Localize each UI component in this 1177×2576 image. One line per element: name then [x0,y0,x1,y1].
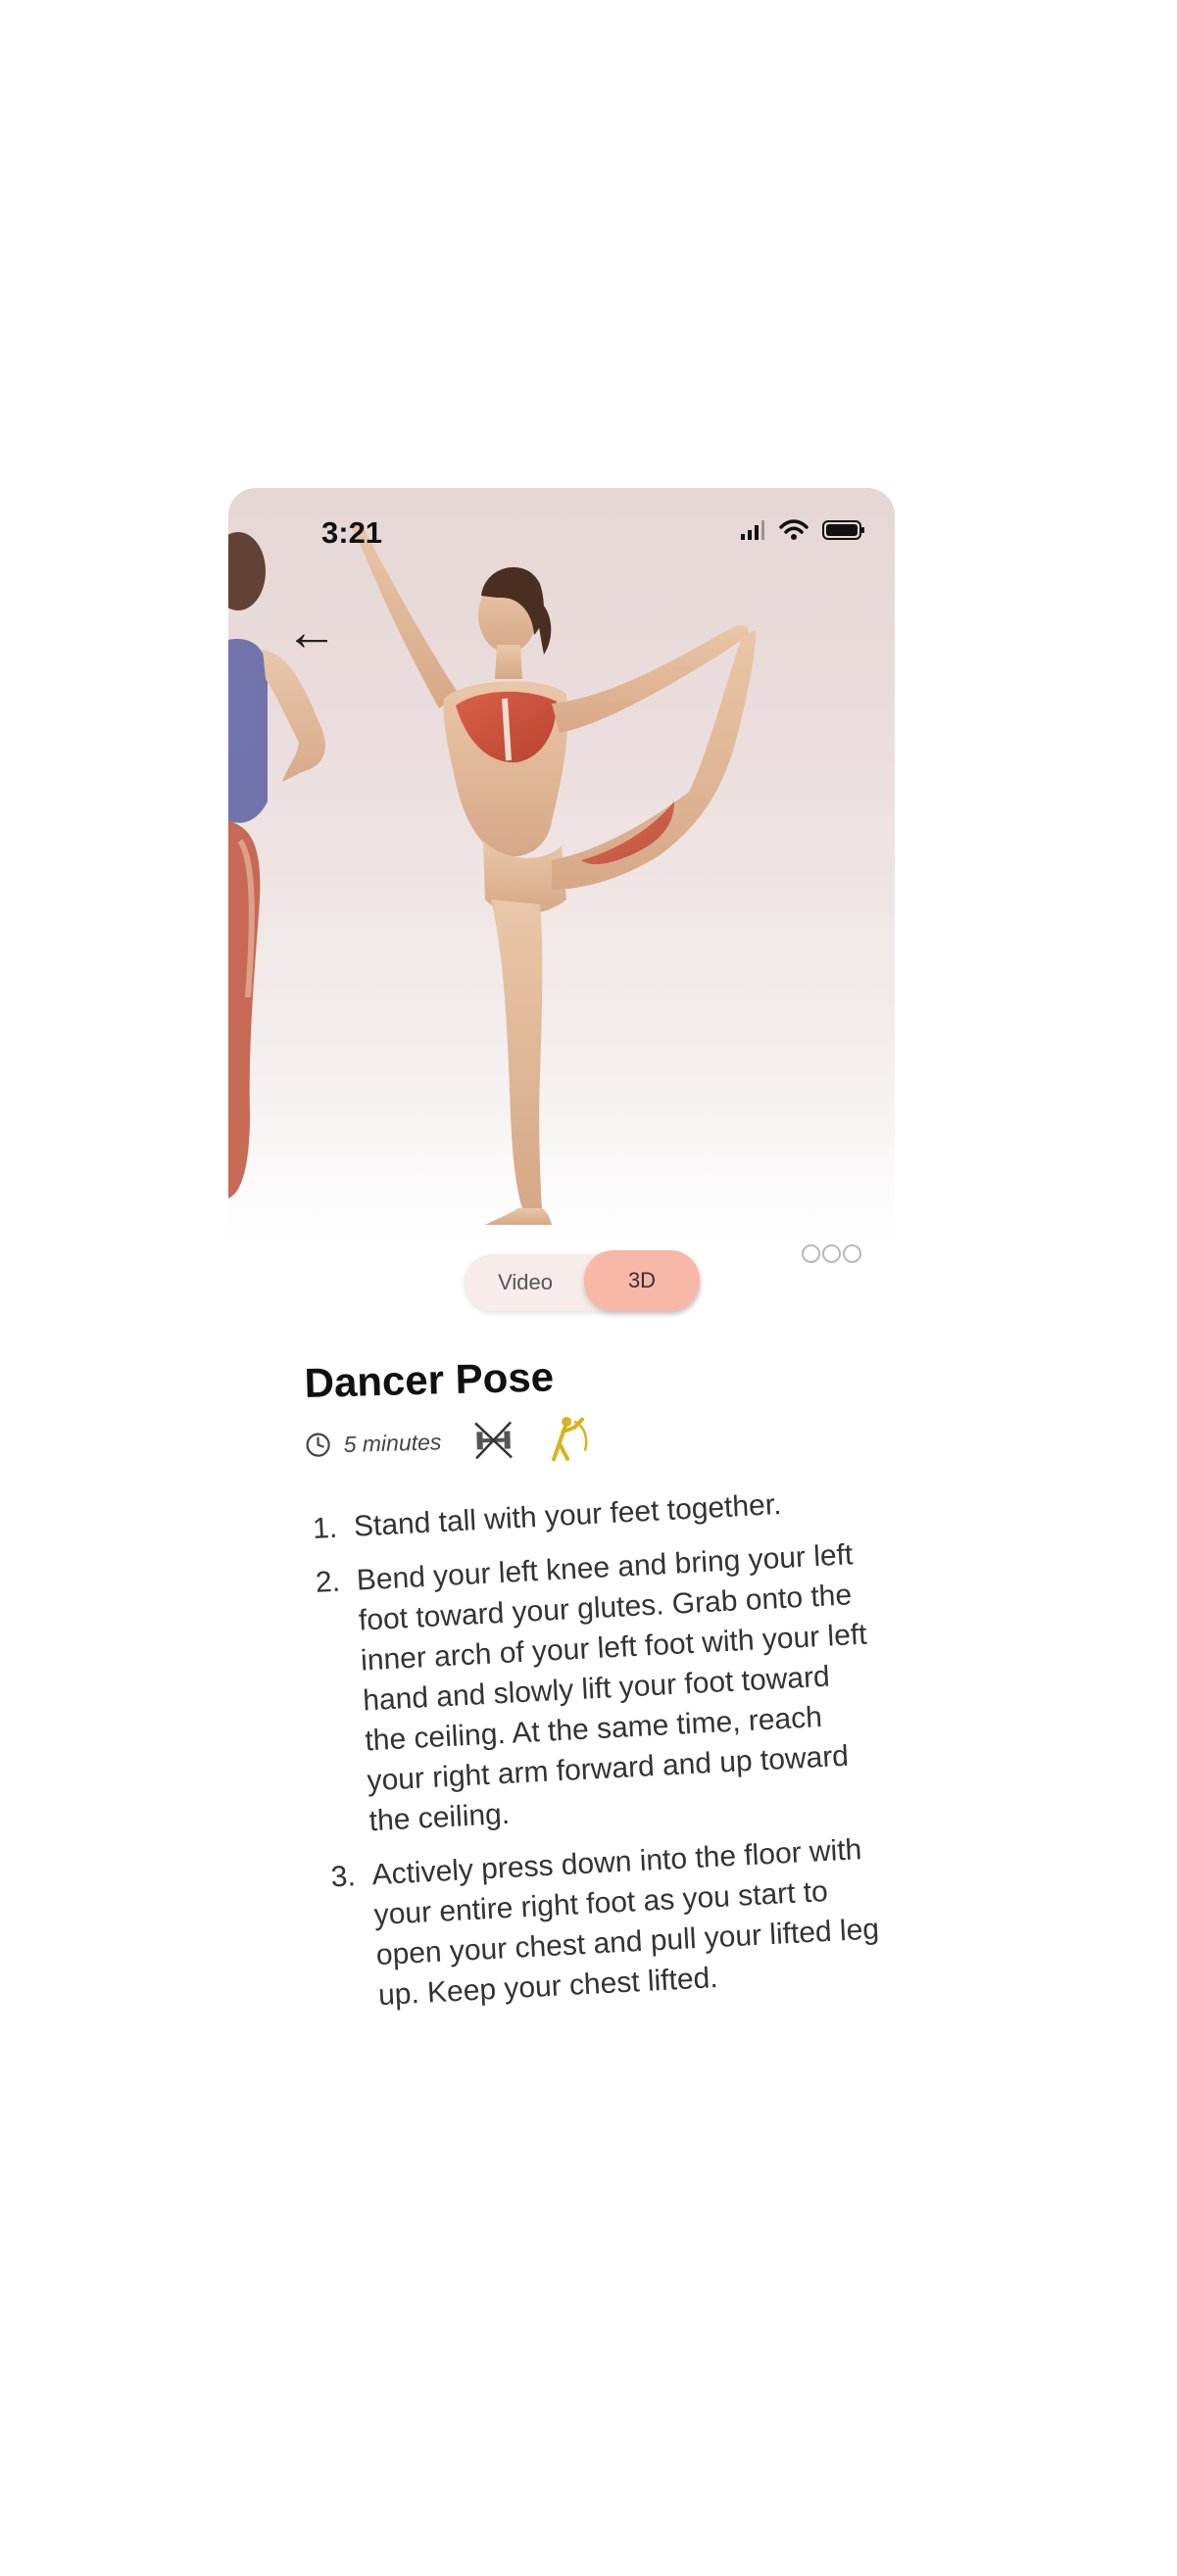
media-mode-toggle[interactable]: Video 3D [465,1250,700,1311]
anatomy-model-image [228,522,757,1225]
instruction-step: 3. Actively press down into the floor wi… [330,1828,887,2017]
instruction-step: 2. Bend your left knee and bring your le… [315,1534,877,1844]
clock-icon [304,1431,332,1459]
more-dot-icon [843,1244,861,1263]
more-dot-icon [822,1244,841,1263]
battery-icon [822,520,864,540]
dancer-figure [351,522,757,1225]
more-options-button[interactable] [802,1244,861,1263]
step-number: 1. [312,1511,338,1545]
step-text: Actively press down into the floor with … [370,1833,880,2013]
instruction-list: 1. Stand tall with your feet together. 2… [312,1481,887,2032]
toggle-video-option[interactable]: Video [465,1270,586,1295]
status-icons [740,519,865,541]
exercise-hero-image: 3:21 ← [228,488,895,1242]
more-dot-icon [802,1244,820,1263]
step-text: Stand tall with your feet together. [353,1487,783,1543]
no-equipment-icon [470,1417,516,1463]
back-arrow-icon: ← [285,603,338,661]
exercise-title: Dancer Pose [304,1353,555,1406]
step-text: Bend your left knee and bring your left … [356,1538,868,1838]
back-button[interactable]: ← [285,606,338,658]
wifi-icon [779,519,809,540]
exercise-duration: 5 minutes [343,1428,442,1457]
stretch-figure-icon [545,1413,591,1463]
cellular-signal-icon [741,520,764,540]
status-time: 3:21 [321,515,383,550]
exercise-meta: 5 minutes [304,1413,591,1470]
toggle-3d-option[interactable]: 3D [584,1250,700,1311]
